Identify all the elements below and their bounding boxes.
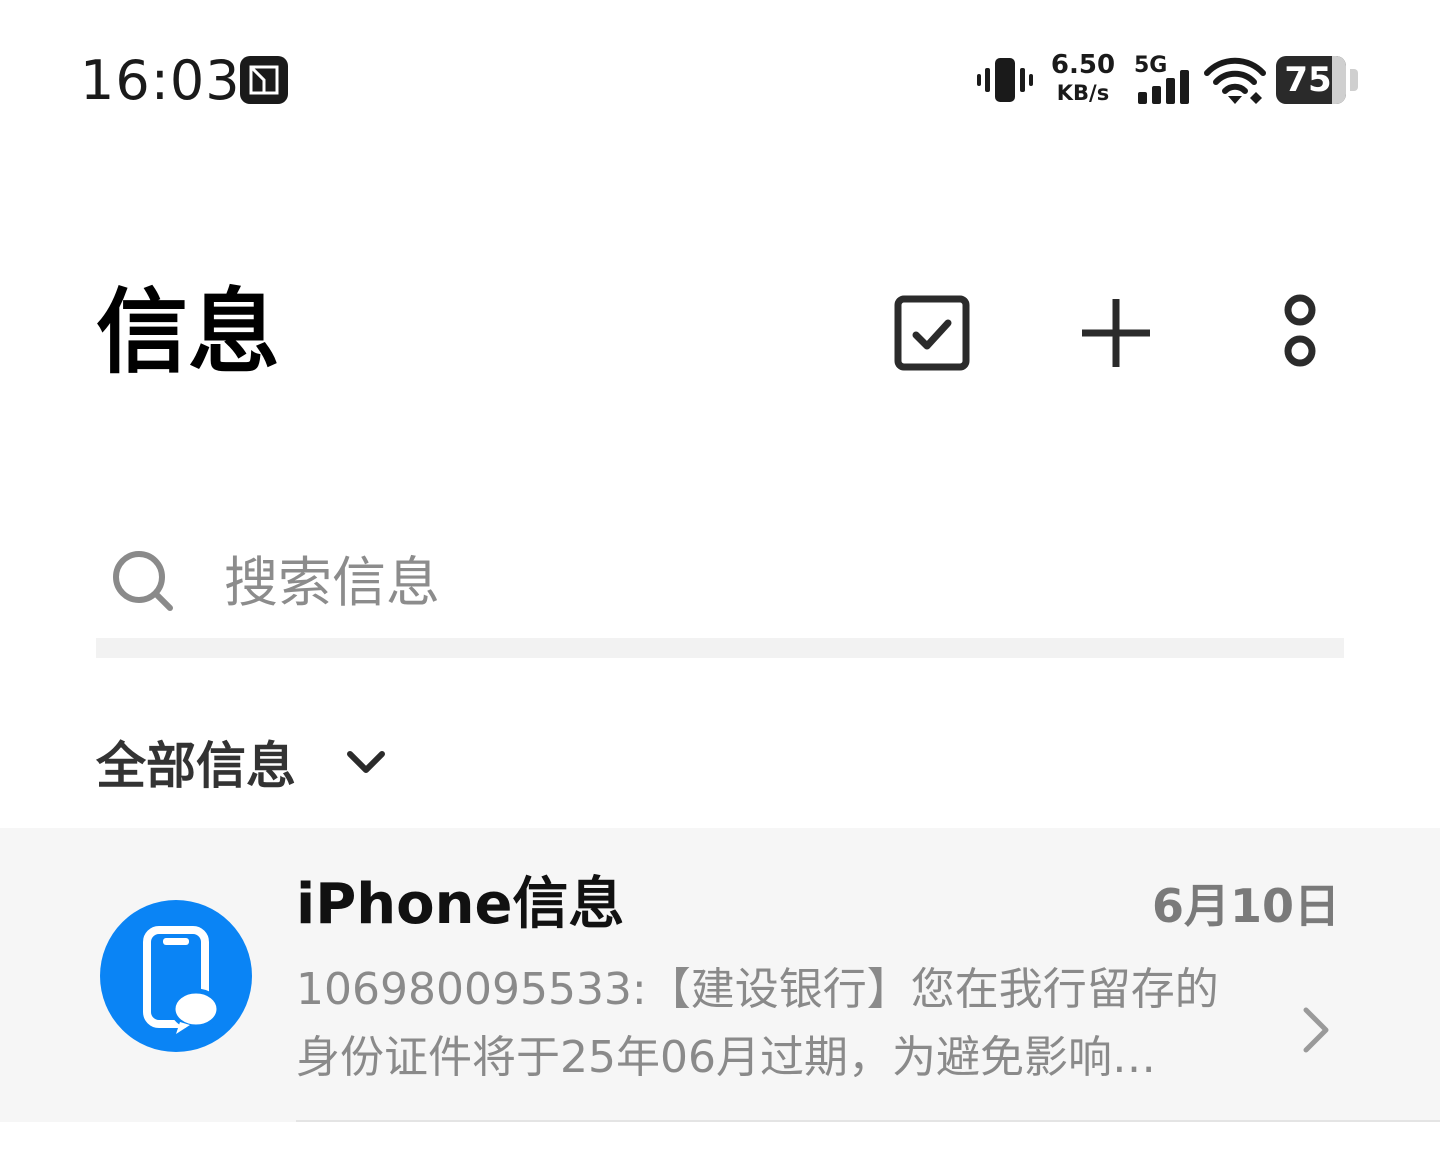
iphone-message-icon <box>143 926 222 1034</box>
status-time: 16:03 <box>80 49 241 112</box>
conversation-preview: 106980095533:【建设银行】您在我行留存的身份证件将于25年06月过期… <box>296 964 1219 1083</box>
avatar <box>100 900 252 1052</box>
search-icon <box>113 551 173 611</box>
search-input[interactable] <box>224 542 1224 622</box>
row-divider <box>296 1120 1440 1122</box>
select-button[interactable] <box>877 278 987 388</box>
signal-icon <box>1138 70 1189 104</box>
page-title: 信息 <box>96 279 281 386</box>
more-icon <box>1284 294 1316 367</box>
more-button[interactable] <box>1245 278 1355 388</box>
filter-label: 全部信息 <box>96 737 296 795</box>
gallery-app-icon <box>240 56 288 104</box>
network-speed-value: 6.50 <box>1050 50 1116 80</box>
chevron-right-icon <box>1303 1007 1329 1053</box>
plus-icon <box>1082 299 1150 367</box>
network-speed-unit: KB/s <box>1056 81 1110 105</box>
message-filter-dropdown[interactable]: 全部信息 <box>96 722 386 802</box>
search-bar[interactable] <box>96 530 1344 658</box>
wifi-icon <box>1204 57 1266 104</box>
conversation-date: 6月10日 <box>1151 879 1340 933</box>
search-underline <box>96 638 1344 658</box>
new-message-button[interactable] <box>1061 278 1171 388</box>
battery-level: 75 <box>1284 60 1332 100</box>
conversation-row[interactable]: iPhone信息 6月10日 106980095533:【建设银行】您在我行留存… <box>0 828 1440 1122</box>
conversation-title: iPhone信息 <box>296 872 625 937</box>
chevron-down-icon <box>347 751 385 773</box>
messages-screen: 16:03 6.50 KB/s 5G 75 信息 搜索信息 全部信息 iPhon… <box>0 0 1440 1156</box>
battery-tip <box>1350 69 1358 91</box>
network-speed: 6.50 KB/s <box>1050 50 1116 106</box>
select-checkbox-icon <box>894 295 970 371</box>
battery-icon: 75 <box>1276 56 1346 104</box>
vibrate-icon <box>977 58 1033 102</box>
